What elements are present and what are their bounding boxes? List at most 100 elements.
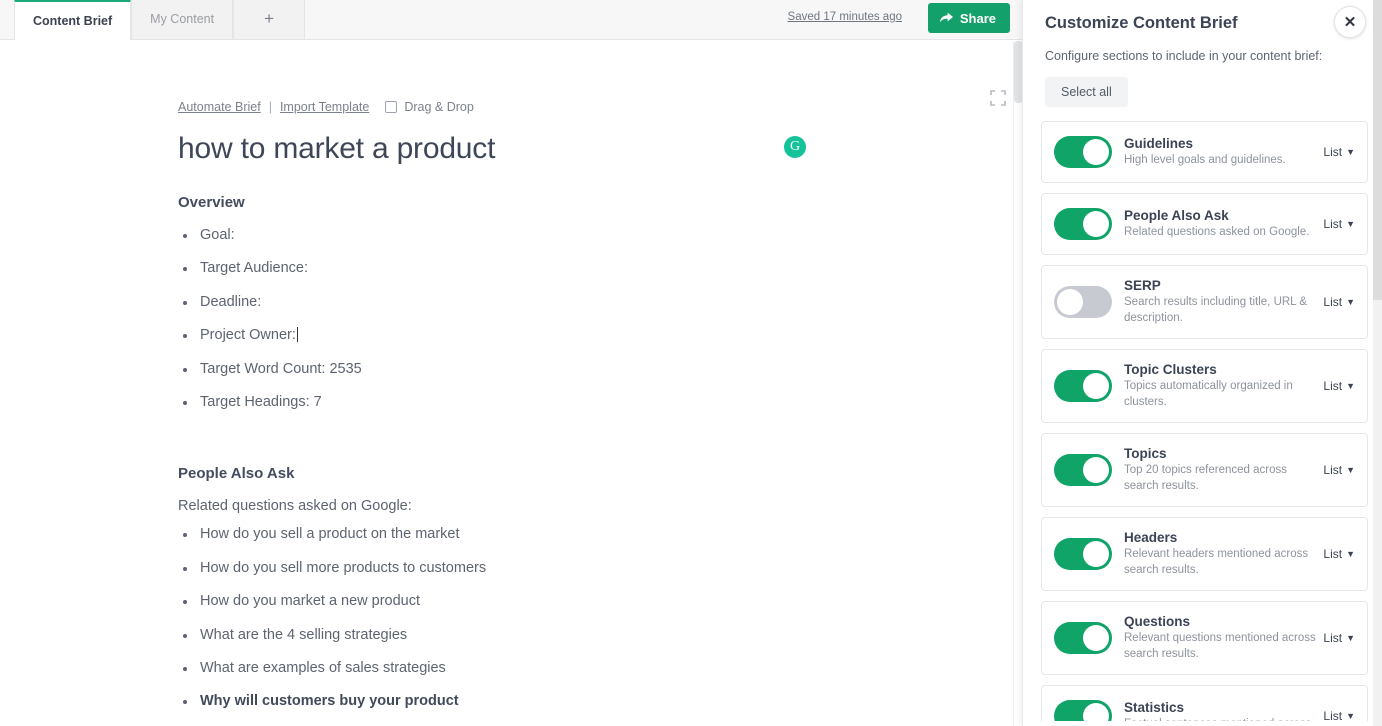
card-text: Topics Top 20 topics referenced across s… [1124, 446, 1323, 494]
tab-label: Content Brief [33, 14, 113, 28]
page-scrollbar[interactable] [1373, 0, 1382, 726]
panel-header: Customize Content Brief Configure sectio… [1023, 0, 1382, 107]
tab-label: My Content [150, 12, 215, 26]
toolbar-separator: | [268, 100, 272, 114]
text-caret [296, 327, 298, 343]
list-item-text: How do you sell a product on the market [200, 526, 460, 543]
card-description: Relevant headers mentioned across search… [1124, 548, 1309, 576]
card-text: SERP Search results including title, URL… [1124, 278, 1323, 326]
dropdown-label: List [1323, 145, 1343, 159]
section-heading-overview: Overview [178, 194, 245, 211]
card-title: Guidelines [1124, 135, 1194, 151]
list-item[interactable]: What are examples of sales strategies [178, 660, 860, 677]
list-item[interactable]: Target Audience: [178, 260, 860, 277]
list-item[interactable]: How do you market a new product [178, 593, 860, 610]
toggle-topic-clusters[interactable] [1054, 370, 1112, 403]
list-item-text: Why will customers buy your product [200, 693, 459, 710]
toggle-knob [1083, 625, 1109, 652]
display-mode-dropdown[interactable]: List ▼ [1323, 217, 1355, 231]
dropdown-label: List [1323, 631, 1343, 646]
section-card-people-also-ask[interactable]: People Also Ask Related questions asked … [1041, 193, 1368, 255]
card-description: Related questions asked on Google. [1124, 225, 1310, 238]
toggle-statistics[interactable] [1054, 700, 1112, 721]
dropdown-label: List [1323, 709, 1343, 721]
card-title: SERP [1124, 278, 1161, 293]
list-item[interactable]: Target Word Count: 2535 [178, 361, 860, 378]
display-mode-dropdown[interactable]: List ▼ [1323, 547, 1355, 561]
toggle-topics[interactable] [1054, 454, 1112, 487]
toggle-knob [1083, 373, 1109, 400]
editor-scrollbar-thumb[interactable] [1014, 41, 1022, 103]
toggle-knob [1083, 541, 1109, 568]
list-item[interactable]: Goal: [178, 227, 860, 244]
card-description: Search results including title, URL & de… [1124, 296, 1308, 324]
section-card-statistics[interactable]: Statistics Factual sentences mentioned a… [1041, 685, 1368, 721]
list-item[interactable]: How do you sell a product on the market [178, 526, 860, 543]
chevron-down-icon: ▼ [1346, 465, 1355, 476]
add-tab-button[interactable]: + [233, 0, 306, 39]
document-scroll-area: Automate Brief | Import Template Drag & … [0, 40, 1022, 726]
panel-title: Customize Content Brief [1045, 14, 1238, 32]
card-title: Topic Clusters [1124, 362, 1217, 378]
list-item-text: Deadline: [200, 293, 262, 310]
select-all-button[interactable]: Select all [1045, 77, 1128, 107]
section-card-topics[interactable]: Topics Top 20 topics referenced across s… [1041, 433, 1368, 508]
toggle-knob [1083, 457, 1109, 484]
paa-intro: Related questions asked on Google: [178, 498, 412, 515]
toggle-knob [1083, 211, 1109, 237]
tab-my-content[interactable]: My Content [131, 0, 234, 39]
list-item[interactable]: Why will customers buy your product [178, 693, 860, 710]
list-item[interactable]: Target Headings: 7 [178, 394, 860, 411]
list-item-text: What are the 4 selling strategies [200, 626, 408, 643]
toggle-serp[interactable] [1054, 286, 1112, 319]
grammarly-icon[interactable]: G [784, 136, 806, 158]
toggle-headers[interactable] [1054, 538, 1112, 571]
section-card-topic-clusters[interactable]: Topic Clusters Topics automatically orga… [1041, 349, 1368, 424]
document-toolbar: Automate Brief | Import Template Drag & … [178, 100, 860, 114]
toggle-knob [1057, 289, 1083, 316]
display-mode-dropdown[interactable]: List ▼ [1323, 379, 1355, 393]
list-item[interactable]: What are the 4 selling strategies [178, 627, 860, 644]
paa-list: How do you sell a product on the market … [178, 526, 860, 726]
display-mode-dropdown[interactable]: List ▼ [1323, 631, 1355, 645]
editor-scrollbar[interactable] [1013, 41, 1022, 726]
list-item[interactable]: How do you sell more products to custome… [178, 560, 860, 577]
list-item-text: Target Word Count: 2535 [200, 360, 362, 377]
dropdown-label: List [1323, 217, 1343, 231]
toggle-people-also-ask[interactable] [1054, 208, 1112, 240]
chevron-down-icon: ▼ [1346, 297, 1355, 308]
tab-bar: Content Brief My Content + Saved 17 minu… [0, 0, 1022, 40]
tab-content-brief[interactable]: Content Brief [14, 0, 132, 40]
section-card-guidelines[interactable]: Guidelines High level goals and guidelin… [1041, 121, 1368, 183]
toggle-guidelines[interactable] [1054, 136, 1112, 168]
drag-drop-toggle[interactable]: Drag & Drop [385, 100, 474, 114]
section-card-serp[interactable]: SERP Search results including title, URL… [1041, 265, 1368, 340]
editor-pane: Content Brief My Content + Saved 17 minu… [0, 0, 1022, 726]
import-template-link[interactable]: Import Template [280, 100, 369, 114]
display-mode-dropdown[interactable]: List ▼ [1323, 463, 1355, 477]
page-title[interactable]: how to market a product [178, 132, 860, 166]
toggle-questions[interactable] [1054, 622, 1112, 655]
fullscreen-icon[interactable] [990, 90, 1006, 106]
display-mode-dropdown[interactable]: List ▼ [1323, 145, 1355, 159]
dropdown-label: List [1323, 379, 1343, 394]
section-heading-people-also-ask: People Also Ask [178, 465, 295, 483]
list-item[interactable]: Deadline: [178, 294, 860, 311]
list-item[interactable]: Project Owner: [178, 327, 860, 344]
section-card-questions[interactable]: Questions Relevant questions mentioned a… [1041, 601, 1368, 676]
checkbox-icon [385, 101, 398, 113]
card-title: Statistics [1124, 699, 1185, 715]
share-label: Share [959, 10, 996, 26]
dropdown-label: List [1323, 295, 1343, 310]
display-mode-dropdown[interactable]: List ▼ [1323, 295, 1355, 309]
panel-subtitle: Configure sections to include in your co… [1045, 49, 1323, 63]
close-icon[interactable]: ✕ [1334, 6, 1366, 38]
saved-status[interactable]: Saved 17 minutes ago [788, 11, 902, 23]
share-button[interactable]: Share [927, 3, 1010, 33]
page-scrollbar-thumb[interactable] [1373, 0, 1382, 300]
chevron-down-icon: ▼ [1346, 381, 1355, 392]
display-mode-dropdown[interactable]: List ▼ [1323, 709, 1355, 721]
automate-brief-link[interactable]: Automate Brief [178, 100, 261, 114]
section-card-headers[interactable]: Headers Relevant headers mentioned acros… [1041, 517, 1368, 592]
card-text: Questions Relevant questions mentioned a… [1124, 614, 1323, 662]
